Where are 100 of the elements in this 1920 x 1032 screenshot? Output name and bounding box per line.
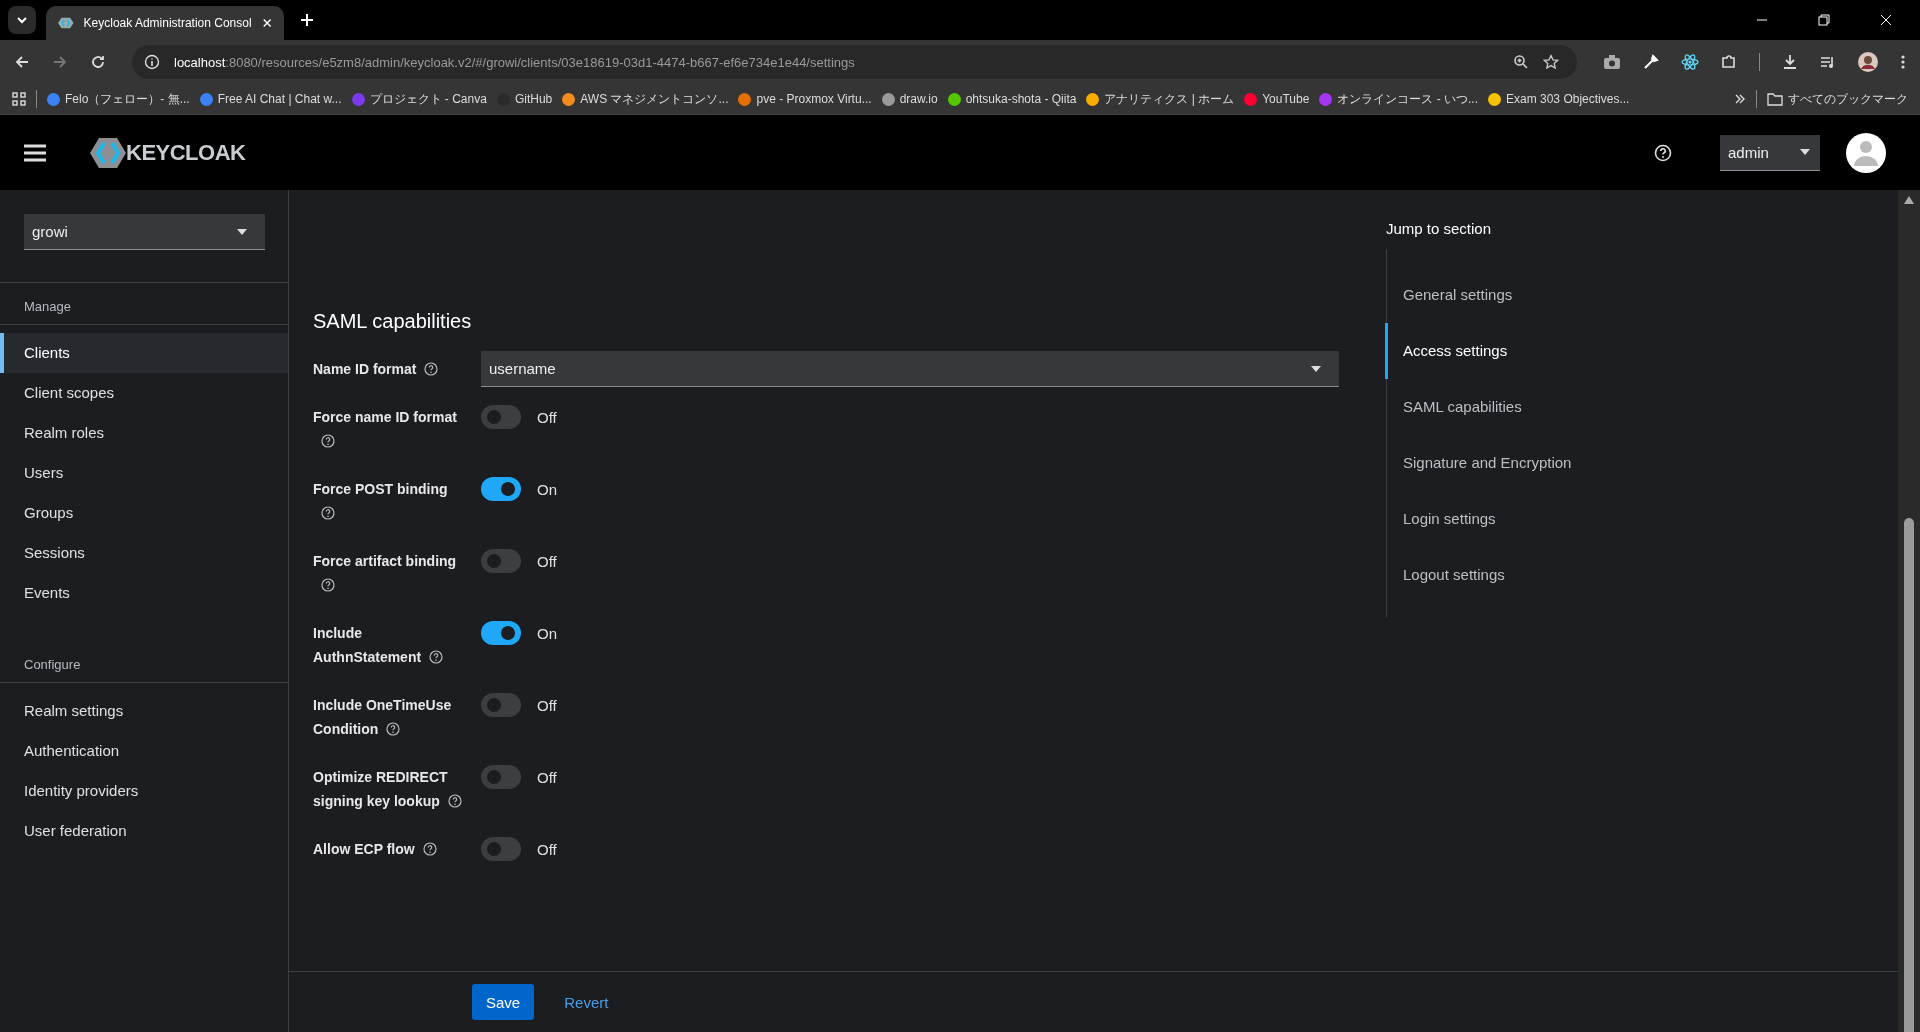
tab-list-button[interactable] — [8, 6, 36, 34]
folder-icon — [1767, 92, 1783, 106]
nav-item[interactable]: Realm settings — [0, 691, 288, 731]
jump-link[interactable]: Signature and Encryption — [1385, 435, 1898, 491]
toggle-switch[interactable] — [481, 477, 521, 501]
zoom-icon[interactable] — [1513, 54, 1529, 70]
atom-icon[interactable] — [1681, 53, 1699, 71]
all-bookmarks-button[interactable]: すべてのブックマーク — [1767, 90, 1908, 108]
toggle-switch[interactable] — [481, 549, 521, 573]
user-avatar-icon[interactable] — [1846, 132, 1886, 173]
toggle-switch[interactable] — [481, 837, 521, 861]
browser-tab[interactable]: Keycloak Administration Consol — [46, 6, 284, 40]
close-icon[interactable] — [261, 17, 272, 29]
toggle-state-text: Off — [537, 840, 557, 858]
bookmark-link[interactable]: Exam 303 Objectives... — [1488, 92, 1630, 106]
menu-icon[interactable] — [24, 143, 46, 162]
star-icon[interactable] — [1543, 54, 1559, 70]
realm-select[interactable]: growi — [24, 214, 265, 250]
download-icon[interactable] — [1782, 54, 1798, 70]
help-icon[interactable] — [1654, 143, 1672, 162]
bookmark-link[interactable]: アナリティクス | ホーム — [1086, 90, 1235, 108]
info-icon[interactable] — [144, 54, 160, 70]
nav-item[interactable]: Events — [0, 573, 288, 613]
scroll-up-icon[interactable] — [1904, 196, 1914, 204]
apps-grid-icon[interactable] — [12, 92, 26, 106]
bookmark-link[interactable]: オンラインコース - いつ... — [1319, 90, 1478, 108]
reload-icon[interactable] — [90, 54, 106, 70]
bookmark-link[interactable]: Free AI Chat | Chat w... — [199, 92, 342, 106]
puzzle-icon[interactable] — [1721, 54, 1737, 70]
nav-item[interactable]: Realm roles — [0, 413, 288, 453]
caret-icon — [1311, 365, 1321, 372]
toggle-switch[interactable] — [481, 765, 521, 789]
nav-section-heading: Configure — [0, 641, 288, 683]
jump-to-section-title: Jump to section — [1386, 220, 1493, 237]
field-label: Optimize REDIRECT signing key lookup — [313, 765, 465, 813]
jump-link[interactable]: SAML capabilities — [1385, 379, 1898, 435]
revert-button[interactable]: Revert — [550, 984, 623, 1020]
keycloak-logo-icon — [90, 136, 126, 169]
help-icon[interactable] — [422, 842, 437, 856]
scrollbar[interactable] — [1898, 190, 1920, 1032]
help-icon[interactable] — [321, 434, 335, 448]
help-icon[interactable] — [321, 506, 335, 520]
toggle-state-text: Off — [537, 408, 557, 426]
url-text: localhost:8080/resources/e5zm8/admin/keycloak.v2/#/growi/clients/03e18619-03d1-4474-b667-ef6e734e1e44/settings — [174, 54, 855, 70]
nav-item[interactable]: Users — [0, 453, 288, 493]
field-label: Force POST binding — [313, 477, 465, 525]
nav-item[interactable]: Identity providers — [0, 771, 288, 811]
user-menu-dropdown[interactable]: admin — [1720, 134, 1820, 171]
toggle-switch[interactable] — [481, 693, 521, 717]
toggle-state-text: Off — [537, 696, 557, 714]
more-menu-icon[interactable] — [1900, 54, 1906, 70]
media-queue-icon[interactable] — [1820, 54, 1836, 70]
bookmark-link[interactable]: Felo（フェロー）- 無... — [47, 90, 190, 108]
nav-item[interactable]: Groups — [0, 493, 288, 533]
eyedropper-icon[interactable] — [1643, 54, 1659, 70]
toggle-state-text: On — [537, 624, 557, 642]
field-label: Include OneTimeUse Condition — [313, 696, 453, 739]
bookmark-link[interactable]: GitHub — [496, 92, 553, 106]
help-icon[interactable] — [424, 362, 439, 376]
section-title: SAML capabilities — [313, 310, 473, 333]
address-bar[interactable]: localhost:8080/resources/e5zm8/admin/keycloak.v2/#/growi/clients/03e18619-03d1-4474-b667-ef6e734e1e44/settings — [132, 45, 1577, 79]
profile-avatar-icon[interactable] — [1858, 52, 1878, 72]
caret-icon — [237, 228, 247, 235]
bookmark-link[interactable]: ohtsuka-shota - Qiita — [947, 92, 1077, 106]
bookmark-link[interactable]: プロジェクト - Canva — [351, 90, 487, 108]
new-tab-icon[interactable] — [300, 13, 314, 27]
field-label: Allow ECP flow — [313, 837, 465, 861]
nav-item[interactable]: Authentication — [0, 731, 288, 771]
toggle-state-text: Off — [537, 768, 557, 786]
help-icon[interactable] — [429, 650, 444, 664]
camera-icon[interactable] — [1603, 54, 1621, 70]
jump-link[interactable]: Logout settings — [1385, 547, 1898, 603]
back-icon[interactable] — [14, 54, 30, 70]
field-label: Force name ID format — [313, 405, 465, 453]
nav-item[interactable]: User federation — [0, 811, 288, 851]
help-icon[interactable] — [386, 722, 401, 736]
chevron-double-right-icon[interactable] — [1734, 93, 1746, 105]
toggle-state-text: Off — [537, 552, 557, 570]
help-icon[interactable] — [321, 578, 335, 592]
caret-icon — [1800, 149, 1810, 155]
brand-logo-text: KEYCLOAK — [126, 139, 246, 166]
forward-icon[interactable] — [52, 54, 68, 70]
bookmark-link[interactable]: pve - Proxmox Virtu... — [738, 92, 872, 106]
bookmark-link[interactable]: AWS マネジメントコンソ... — [562, 90, 729, 108]
toggle-switch[interactable] — [481, 405, 521, 429]
jump-link[interactable]: General settings — [1385, 267, 1898, 323]
jump-link[interactable]: Login settings — [1385, 491, 1898, 547]
nav-item[interactable]: Sessions — [0, 533, 288, 573]
select-field[interactable]: username — [481, 351, 1339, 387]
bookmark-link[interactable]: YouTube — [1244, 92, 1310, 106]
bookmark-link[interactable]: draw.io — [881, 92, 938, 106]
close-icon[interactable] — [1880, 14, 1892, 26]
restore-icon[interactable] — [1818, 14, 1830, 26]
save-button[interactable]: Save — [472, 984, 535, 1020]
toggle-state-text: On — [537, 480, 557, 498]
help-icon[interactable] — [447, 794, 462, 808]
field-label: Include AuthnStatement — [313, 621, 465, 669]
nav-item[interactable]: Client scopes — [0, 373, 288, 413]
nav-item[interactable]: Clients — [0, 333, 288, 373]
toggle-switch[interactable] — [481, 621, 521, 645]
